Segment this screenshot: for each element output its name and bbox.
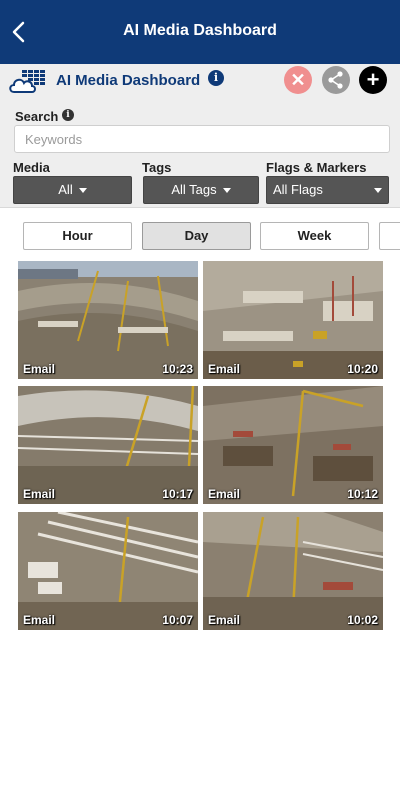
tab-hour[interactable]: Hour: [23, 222, 132, 250]
dashboard-header: AI Media Dashboard i ✕ +: [0, 64, 400, 98]
flags-filter-label: Flags & Markers: [266, 160, 367, 175]
thumbnail-source: Email: [23, 362, 56, 376]
search-input[interactable]: [14, 125, 390, 153]
media-filter-label: Media: [13, 160, 50, 175]
media-dropdown[interactable]: All: [13, 176, 132, 204]
share-button[interactable]: [322, 66, 350, 94]
thumbnail-time: 10:12: [347, 487, 378, 501]
media-thumbnail[interactable]: Email 10:02: [203, 512, 383, 630]
search-info-icon[interactable]: i: [62, 109, 74, 121]
caret-down-icon: [222, 188, 231, 194]
filter-panel: AI Media Dashboard i ✕ + Search i Media …: [0, 64, 400, 208]
media-dropdown-value: All: [58, 182, 73, 197]
thumbnail-source: Email: [208, 613, 241, 627]
caret-down-icon: [374, 188, 382, 193]
flags-dropdown[interactable]: All Flags: [266, 176, 389, 204]
media-thumbnail[interactable]: Email 10:17: [18, 386, 198, 504]
media-thumbnail[interactable]: Email 10:23: [18, 261, 198, 379]
info-icon[interactable]: i: [208, 70, 224, 86]
clear-filters-button[interactable]: ✕: [284, 66, 312, 94]
add-button[interactable]: +: [359, 66, 387, 94]
tab-next-partial[interactable]: [379, 222, 400, 250]
app-bar-title: AI Media Dashboard: [123, 22, 277, 39]
caret-down-icon: [78, 188, 87, 194]
thumbnail-source: Email: [23, 613, 56, 627]
flags-dropdown-value: All Flags: [273, 182, 323, 197]
app-bar: AI Media Dashboard: [0, 0, 400, 64]
tab-week[interactable]: Week: [260, 222, 369, 250]
tags-dropdown[interactable]: All Tags: [143, 176, 259, 204]
media-thumbnail[interactable]: Email 10:20: [203, 261, 383, 379]
thumbnail-time: 10:02: [347, 613, 378, 627]
media-thumbnail[interactable]: Email 10:12: [203, 386, 383, 504]
thumbnail-time: 10:23: [162, 362, 193, 376]
thumbnail-source: Email: [208, 362, 241, 376]
time-range-tabs: Hour Day Week: [0, 222, 400, 254]
share-icon: [328, 71, 343, 89]
thumbnail-source: Email: [23, 487, 56, 501]
media-thumbnail[interactable]: Email 10:07: [18, 512, 198, 630]
thumbnail-time: 10:07: [162, 613, 193, 627]
thumbnail-time: 10:17: [162, 487, 193, 501]
dashboard-title: AI Media Dashboard: [56, 72, 201, 89]
tags-dropdown-value: All Tags: [171, 182, 217, 197]
thumbnail-time: 10:20: [347, 362, 378, 376]
search-label: Search: [15, 109, 59, 124]
tab-day[interactable]: Day: [142, 222, 251, 250]
tags-filter-label: Tags: [142, 160, 172, 175]
thumbnail-source: Email: [208, 487, 241, 501]
cloud-logo-icon: [9, 70, 45, 93]
